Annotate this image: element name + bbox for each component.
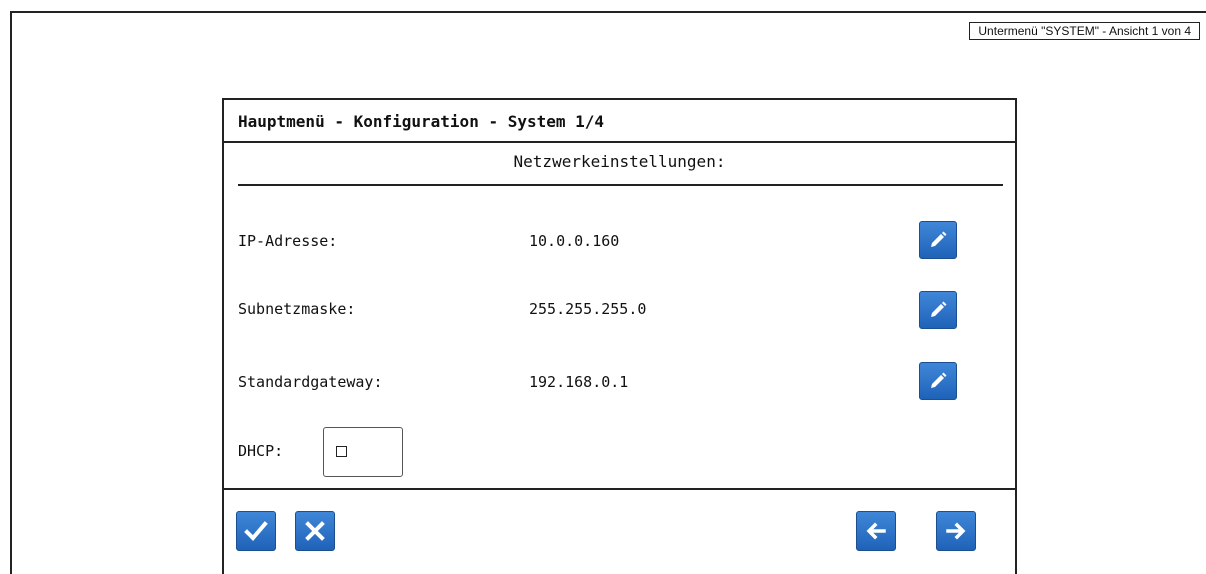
section-divider xyxy=(238,184,1003,186)
pencil-icon xyxy=(931,372,947,388)
edit-gateway-button[interactable] xyxy=(919,362,957,400)
pencil-icon xyxy=(931,301,947,317)
section-title: Netzwerkeinstellungen: xyxy=(513,152,726,171)
dhcp-field xyxy=(323,427,403,477)
subnet-mask-label: Subnetzmaske: xyxy=(238,300,356,318)
confirm-button[interactable] xyxy=(236,511,276,551)
frame-left-border xyxy=(10,11,12,574)
ip-address-label: IP-Adresse: xyxy=(238,232,338,250)
arrow-left-icon xyxy=(866,522,886,540)
subnet-mask-value: 255.255.255.0 xyxy=(529,300,647,318)
x-icon xyxy=(305,521,325,541)
page-title: Hauptmenü - Konfiguration - System 1/4 xyxy=(224,100,1015,143)
gateway-value: 192.168.0.1 xyxy=(529,373,629,391)
checkmark-icon xyxy=(244,521,268,541)
ip-address-value: 10.0.0.160 xyxy=(529,232,620,250)
pencil-icon xyxy=(931,231,947,247)
frame-top-border xyxy=(10,11,1206,13)
cancel-button[interactable] xyxy=(295,511,335,551)
edit-ip-address-button[interactable] xyxy=(919,221,957,259)
dhcp-checkbox[interactable] xyxy=(336,446,347,457)
arrow-right-icon xyxy=(946,522,966,540)
view-indicator: Untermenü "SYSTEM" - Ansicht 1 von 4 xyxy=(969,22,1200,40)
dhcp-label: DHCP: xyxy=(238,442,284,460)
next-page-button[interactable] xyxy=(936,511,976,551)
previous-page-button[interactable] xyxy=(856,511,896,551)
system-config-panel: Hauptmenü - Konfiguration - System 1/4 N… xyxy=(222,98,1017,574)
footer-divider xyxy=(224,488,1015,490)
gateway-label: Standardgateway: xyxy=(238,373,383,391)
edit-subnet-mask-button[interactable] xyxy=(919,291,957,329)
